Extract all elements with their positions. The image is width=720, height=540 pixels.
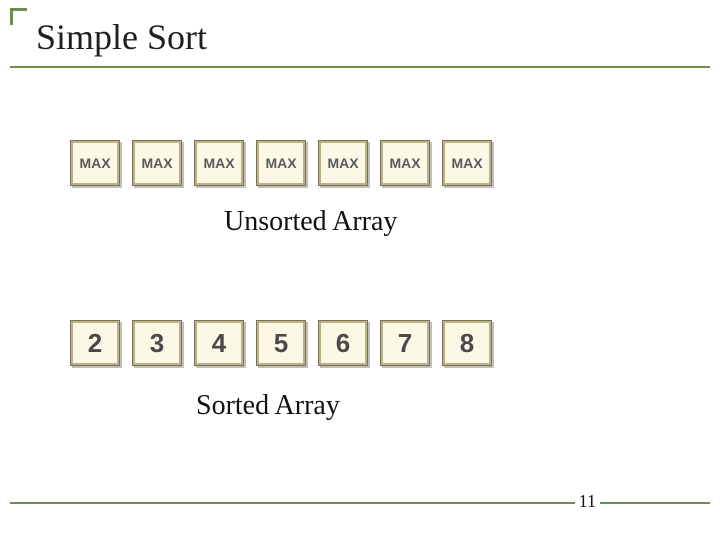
page-number: 11 xyxy=(575,491,600,512)
array-cell: 2 xyxy=(70,320,120,366)
array-cell: 4 xyxy=(194,320,244,366)
array-cell: 5 xyxy=(256,320,306,366)
array-cell: 6 xyxy=(318,320,368,366)
array-cell: 8 xyxy=(442,320,492,366)
unsorted-caption: Unsorted Array xyxy=(224,206,397,238)
slide: Simple Sort MAX MAX MAX MAX MAX MAX MAX … xyxy=(0,0,720,540)
array-cell: MAX xyxy=(132,140,182,186)
footer-rule xyxy=(10,502,710,504)
title-underline xyxy=(10,66,710,68)
array-cell: MAX xyxy=(70,140,120,186)
array-cell: MAX xyxy=(194,140,244,186)
array-cell: MAX xyxy=(380,140,430,186)
array-cell: 3 xyxy=(132,320,182,366)
array-cell: MAX xyxy=(318,140,368,186)
sorted-array-row: 2 3 4 5 6 7 8 xyxy=(70,320,492,366)
corner-decoration xyxy=(10,8,27,25)
slide-title: Simple Sort xyxy=(36,16,207,58)
array-cell: 7 xyxy=(380,320,430,366)
sorted-caption: Sorted Array xyxy=(196,390,340,422)
array-cell: MAX xyxy=(442,140,492,186)
unsorted-array-row: MAX MAX MAX MAX MAX MAX MAX xyxy=(70,140,492,186)
array-cell: MAX xyxy=(256,140,306,186)
